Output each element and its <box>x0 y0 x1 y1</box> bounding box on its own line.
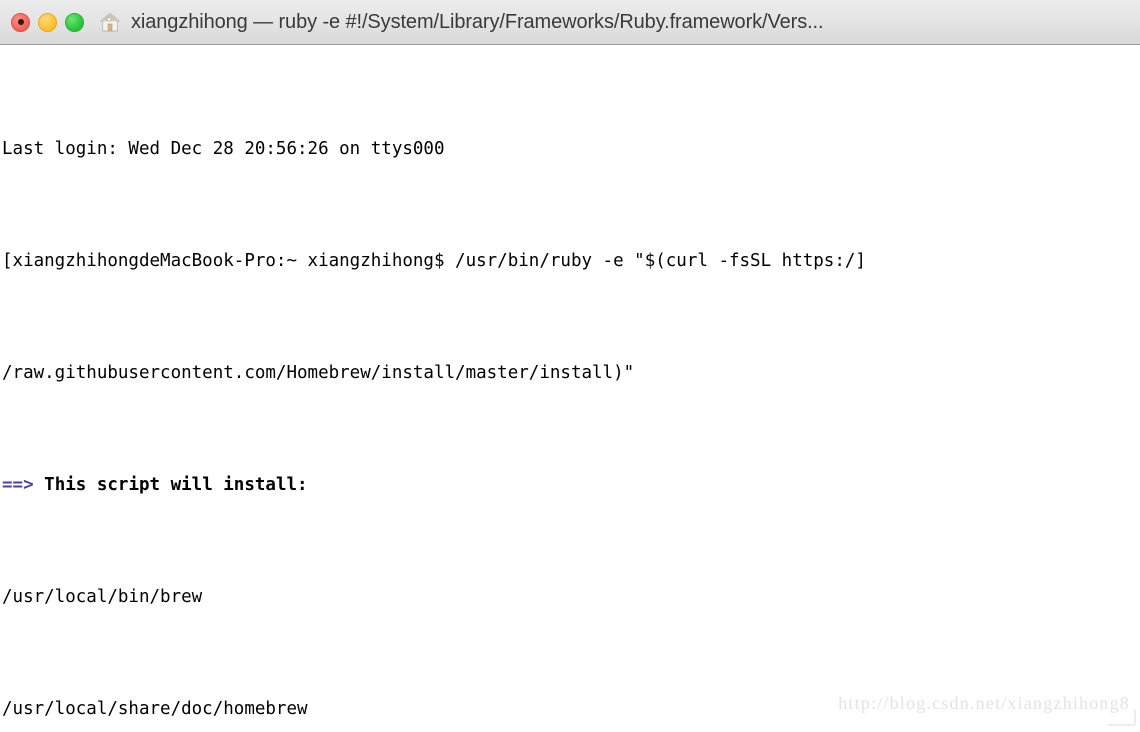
terminal-line: [xiangzhihongdeMacBook-Pro:~ xiangzhihon… <box>2 251 866 271</box>
watermark-text: http://blog.csdn.net/xiangzhihong8 <box>838 693 1130 713</box>
title-bar[interactable]: xiangzhihong — ruby -e #!/System/Library… <box>0 0 1140 45</box>
terminal-line-path: /usr/local/bin/brew <box>2 587 203 607</box>
terminal-content-area[interactable]: Last login: Wed Dec 28 20:56:26 on ttys0… <box>0 45 1140 732</box>
terminal-line: /raw.githubusercontent.com/Homebrew/inst… <box>2 363 635 383</box>
watermark-corner-mark <box>1108 710 1136 726</box>
terminal-screen: Last login: Wed Dec 28 20:56:26 on ttys0… <box>0 51 1140 732</box>
terminal-line: Last login: Wed Dec 28 20:56:26 on ttys0… <box>2 139 445 159</box>
terminal-window: xiangzhihong — ruby -e #!/System/Library… <box>0 0 1140 732</box>
terminal-line-install-header: ==> This script will install: <box>2 471 1140 499</box>
install-header-text <box>34 475 45 495</box>
install-header-label: This script will install: <box>44 475 308 495</box>
arrow-marker: ==> <box>2 475 34 495</box>
minimize-button[interactable] <box>38 12 57 32</box>
close-button[interactable] <box>11 12 30 32</box>
window-controls <box>11 12 84 32</box>
window-title: xiangzhihong — ruby -e #!/System/Library… <box>131 10 824 33</box>
zoom-button[interactable] <box>65 12 84 32</box>
home-icon[interactable] <box>98 10 122 34</box>
